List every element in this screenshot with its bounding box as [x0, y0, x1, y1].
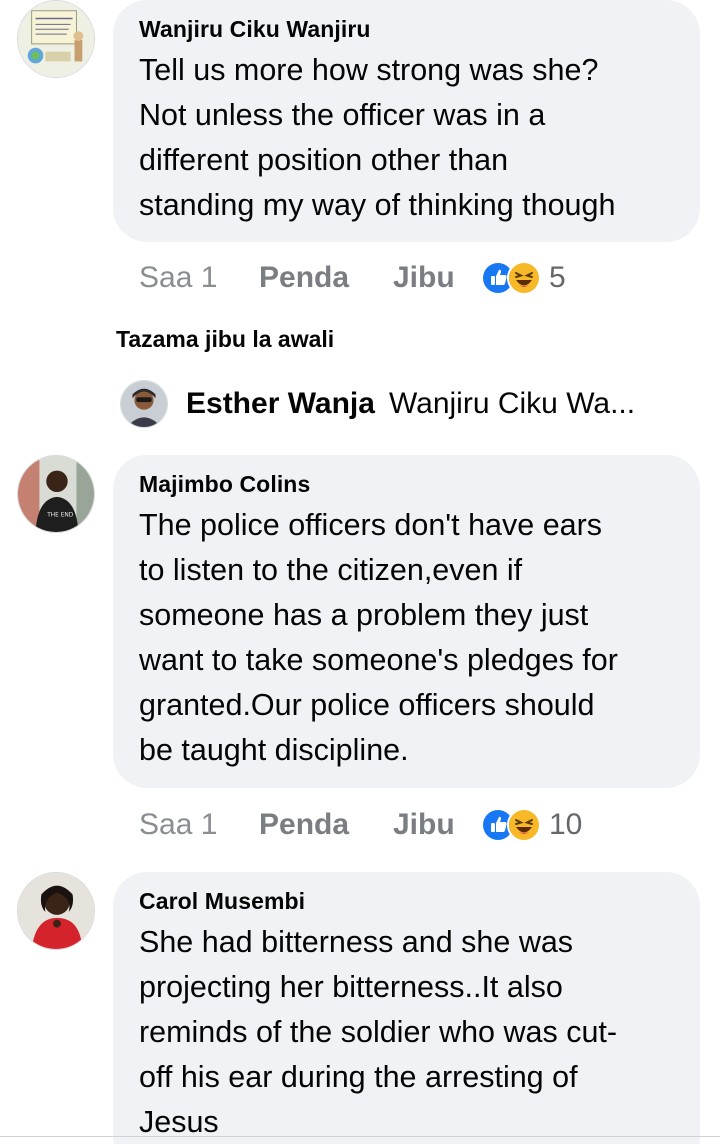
comment-actions: Saa 1 Penda Jibu 10 [139, 805, 582, 845]
comment-line: Tell us more how strong was she? [139, 53, 599, 87]
esther-avatar [120, 380, 168, 428]
comment-line: Not unless the officer was in a [139, 98, 546, 132]
comment-line: standing my way of thinking though [139, 188, 616, 222]
comment-bubble[interactable]: Carol Musembi She had bitterness and she… [113, 872, 700, 1144]
profile-photo-icon [121, 381, 167, 427]
comment-text: She had bitterness and she was projectin… [139, 920, 676, 1144]
reply-preview-row[interactable]: Esther Wanja Wanjiru Ciku Wa... [120, 380, 635, 428]
reaction-count[interactable]: 10 [549, 808, 582, 842]
comment-timestamp[interactable]: Saa 1 [139, 808, 259, 842]
reactions-summary[interactable] [481, 808, 541, 842]
comment-author[interactable]: Majimbo Colins [139, 469, 676, 499]
comment-line: off his ear during the arresting of [139, 1060, 578, 1094]
reaction-count[interactable]: 5 [549, 261, 566, 295]
comment-line: different position other than [139, 143, 509, 177]
comment-line: someone has a problem they just [139, 598, 589, 632]
majimbo-avatar[interactable]: THE END [17, 455, 95, 533]
comment-line: be taught discipline. [139, 733, 409, 767]
view-first-reply-link[interactable]: Tazama jibu la awali [116, 326, 334, 353]
bottom-divider [0, 1136, 720, 1137]
reply-author[interactable]: Esther Wanja [186, 387, 375, 421]
like-button[interactable]: Penda [259, 261, 393, 295]
comment-text: Tell us more how strong was she? Not unl… [139, 48, 676, 228]
haha-reaction-icon [507, 261, 541, 295]
comment-text: The police officers don't have ears to l… [139, 503, 676, 773]
wanjiru-avatar[interactable] [17, 0, 95, 78]
profile-photo-icon: THE END [18, 456, 94, 532]
carol-avatar[interactable] [17, 872, 95, 950]
comment-actions: Saa 1 Penda Jibu 5 [139, 258, 566, 298]
haha-reaction-icon [507, 808, 541, 842]
comment-author[interactable]: Carol Musembi [139, 886, 676, 916]
comment-line: granted.Our police officers should [139, 688, 595, 722]
comment-line: She had bitterness and she was [139, 925, 574, 959]
reply-preview-text: Wanjiru Ciku Wa... [388, 387, 636, 420]
comment-line: to listen to the citizen,even if [139, 553, 523, 587]
reply-button[interactable]: Jibu [393, 808, 481, 842]
comment-line: reminds of the soldier who was cut- [139, 1015, 618, 1049]
comment-timestamp[interactable]: Saa 1 [139, 261, 259, 295]
comment-author[interactable]: Wanjiru Ciku Wanjiru [139, 14, 676, 44]
cartoon-sign-avatar-icon [18, 1, 94, 77]
avatar-shirt-text: THE END [46, 512, 74, 518]
profile-photo-icon [18, 873, 94, 949]
reply-button[interactable]: Jibu [393, 261, 481, 295]
comment-bubble[interactable]: Majimbo Colins The police officers don't… [113, 455, 700, 788]
comment-line: projecting her bitterness..It also [139, 970, 563, 1004]
comment-line: Jesus [139, 1105, 219, 1139]
comment-line: The police officers don't have ears [139, 508, 603, 542]
reactions-summary[interactable] [481, 261, 541, 295]
comments-thread: Wanjiru Ciku Wanjiru Tell us more how st… [0, 0, 720, 1144]
comment-bubble[interactable]: Wanjiru Ciku Wanjiru Tell us more how st… [113, 0, 700, 242]
like-button[interactable]: Penda [259, 808, 393, 842]
comment-line: want to take someone's pledges for [139, 643, 618, 677]
